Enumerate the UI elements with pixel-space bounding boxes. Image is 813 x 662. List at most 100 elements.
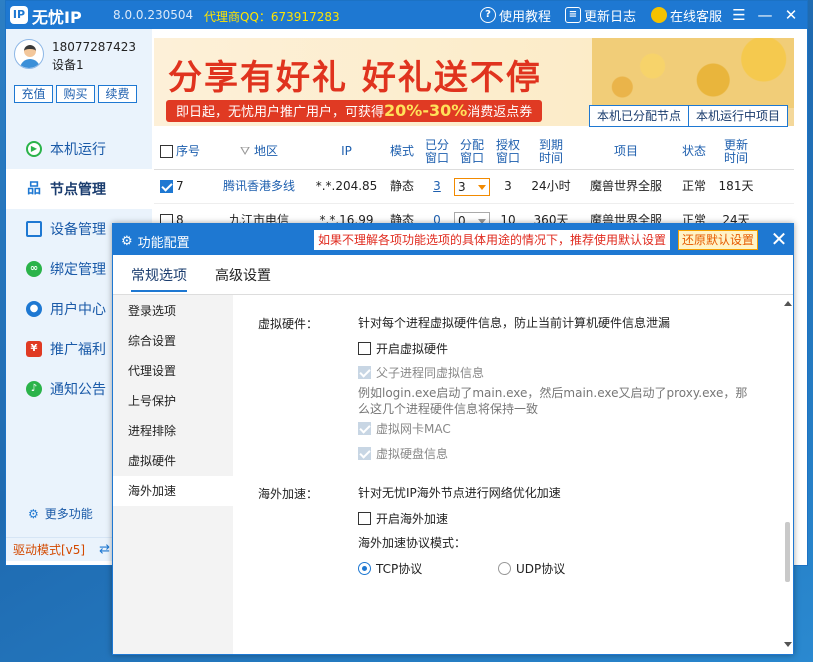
play-icon: ▶ [26,141,42,157]
sidebar-item-node-manage[interactable]: 品节点管理 [6,169,152,209]
tab-running-projects[interactable]: 本机运行中项目 [689,105,789,127]
tab-advanced[interactable]: 高级设置 [215,265,271,285]
mac-option[interactable]: 虚拟网卡MAC [358,420,451,437]
row-no: 7 [154,180,209,193]
menu-general[interactable]: 综合设置 [113,326,233,356]
user-icon: ● [26,301,42,317]
col-no[interactable]: 序号 [154,145,209,158]
tcp-option[interactable]: TCP协议 [358,560,422,577]
close-icon[interactable]: ✕ [780,4,802,26]
overseas-enable-checkbox[interactable] [358,512,371,525]
headset-icon [651,7,667,23]
tab-assigned-nodes[interactable]: 本机已分配节点 [589,105,690,127]
banner-sub-text: 即日起，无忧用户推广用户，可获得 [176,105,385,120]
filter-icon[interactable]: ⛛ [240,144,250,158]
renew-button[interactable]: 续费 [98,85,137,103]
dialog-left-menu: 登录选项 综合设置 代理设置 上号保护 进程排除 虚拟硬件 海外加速 [113,295,233,654]
dialog-content: 虚拟硬件： 针对每个进程虚拟硬件信息，防止当前计算机硬件信息泄漏 开启虚拟硬件 … [233,295,793,654]
recharge-button[interactable]: 充值 [14,85,53,103]
scroll-thumb[interactable] [785,522,790,582]
service-label: 在线客服 [670,9,723,25]
scrollbar[interactable] [782,295,793,654]
vhw-enable-option[interactable]: 开启虚拟硬件 [358,340,448,357]
tab-general[interactable]: 常规选项 [131,265,187,292]
disk-option[interactable]: 虚拟硬盘信息 [358,445,448,462]
vhw-desc: 针对每个进程虚拟硬件信息，防止当前计算机硬件信息泄漏 [358,316,671,330]
row-auth: 3 [504,179,512,193]
alloc-select[interactable]: 3 [454,177,490,196]
select-all-checkbox[interactable] [160,145,173,158]
col-ip[interactable]: IP [309,145,384,158]
menu-protect[interactable]: 上号保护 [113,386,233,416]
menu-login[interactable]: 登录选项 [113,296,233,326]
overseas-enable-option[interactable]: 开启海外加速 [358,510,448,527]
app-version: 8.0.0.230504 [113,8,194,22]
protocol-label: 海外加速协议模式： [358,536,467,550]
col-alloc[interactable]: 分配 窗口 [454,138,490,165]
mac-label: 虚拟网卡MAC [376,422,451,436]
row-assigned[interactable]: 3 [420,180,454,193]
menu-proxy[interactable]: 代理设置 [113,356,233,386]
row-region: 腾讯香港多线 [222,179,295,193]
row-alloc[interactable]: 3 [454,177,490,196]
app-logo-icon: IP [10,6,28,24]
sidebar-item-label: 通知公告 [50,382,106,398]
disk-checkbox[interactable] [358,447,371,460]
mac-checkbox[interactable] [358,422,371,435]
vhw-enable-checkbox[interactable] [358,342,371,355]
parent-child-checkbox[interactable] [358,366,371,379]
more-features-button[interactable]: ⚙ 更多功能 [28,505,93,522]
vhw-note: 例如login.exe启动了main.exe，然后main.exe又启动了pro… [358,386,748,416]
parent-child-option[interactable]: 父子进程同虚拟信息 [358,364,484,381]
dialog-close-icon[interactable]: ✕ [767,227,791,251]
menu-exclude[interactable]: 进程排除 [113,416,233,446]
menu-icon[interactable]: ☰ [728,4,750,26]
switch-icon[interactable]: ⇄ [99,542,110,557]
avatar [14,39,44,69]
col-region-label: 地区 [253,144,278,158]
udp-label: UDP协议 [516,562,566,576]
gift-icon: ¥ [26,341,42,357]
changelog-label: 更新日志 [584,9,637,25]
user-card: 18077287423 设备1 [14,39,144,77]
purchase-button[interactable]: 购买 [56,85,95,103]
assigned-link[interactable]: 3 [433,179,441,193]
col-region[interactable]: ⛛ 地区 [209,145,309,158]
row-ip: *.*.204.85 [315,179,378,193]
col-project[interactable]: 项目 [576,145,676,158]
bell-icon: ♪ [26,381,42,397]
vhw-enable-label: 开启虚拟硬件 [376,342,449,356]
sidebar-item-local-run[interactable]: ▶ 本机运行 [6,129,152,169]
col-updated[interactable]: 更新 时间 [712,138,760,165]
col-mode[interactable]: 模式 [384,145,420,158]
gear-icon: ⚙ [121,234,133,249]
service-button[interactable]: 在线客服 [651,5,722,25]
menu-virtual-hw[interactable]: 虚拟硬件 [113,446,233,476]
changelog-button[interactable]: ≡ 更新日志 [565,5,636,25]
tutorial-button[interactable]: ? 使用教程 [480,5,551,25]
col-auth[interactable]: 授权 窗口 [490,138,526,165]
user-device: 设备1 [52,58,84,72]
banner-percent: 20%-30% [384,101,468,120]
banner-sub-suffix: 消费返点券 [467,105,533,120]
udp-option[interactable]: UDP协议 [498,560,565,577]
table-row[interactable]: 7 腾讯香港多线 *.*.204.85 静态 3 3 3 24小时 魔兽世界全服… [154,170,794,204]
scroll-down-icon[interactable] [784,642,792,647]
app-name: 无忧IP [32,8,82,27]
config-dialog: ⚙ 功能配置 如果不理解各项功能选项的具体用途的情况下，推荐使用默认设置 还原默认… [112,223,794,655]
tcp-radio[interactable] [358,562,371,575]
scroll-up-icon[interactable] [784,301,792,306]
minimize-icon[interactable]: — [754,4,776,26]
coins-image [592,38,794,108]
col-status[interactable]: 状态 [676,145,712,158]
reset-defaults-button[interactable]: 还原默认设置 [678,230,759,250]
menu-overseas[interactable]: 海外加速 [113,476,233,506]
dialog-title-bar: ⚙ 功能配置 如果不理解各项功能选项的具体用途的情况下，推荐使用默认设置 还原默认… [113,224,793,255]
tcp-label: TCP协议 [376,562,423,576]
tutorial-label: 使用教程 [499,9,552,25]
bind-icon: ∞ [26,261,42,277]
col-assigned[interactable]: 已分 窗口 [420,138,454,165]
row-checkbox[interactable] [160,180,173,193]
col-expire[interactable]: 到期 时间 [526,138,576,165]
udp-radio[interactable] [498,562,511,575]
